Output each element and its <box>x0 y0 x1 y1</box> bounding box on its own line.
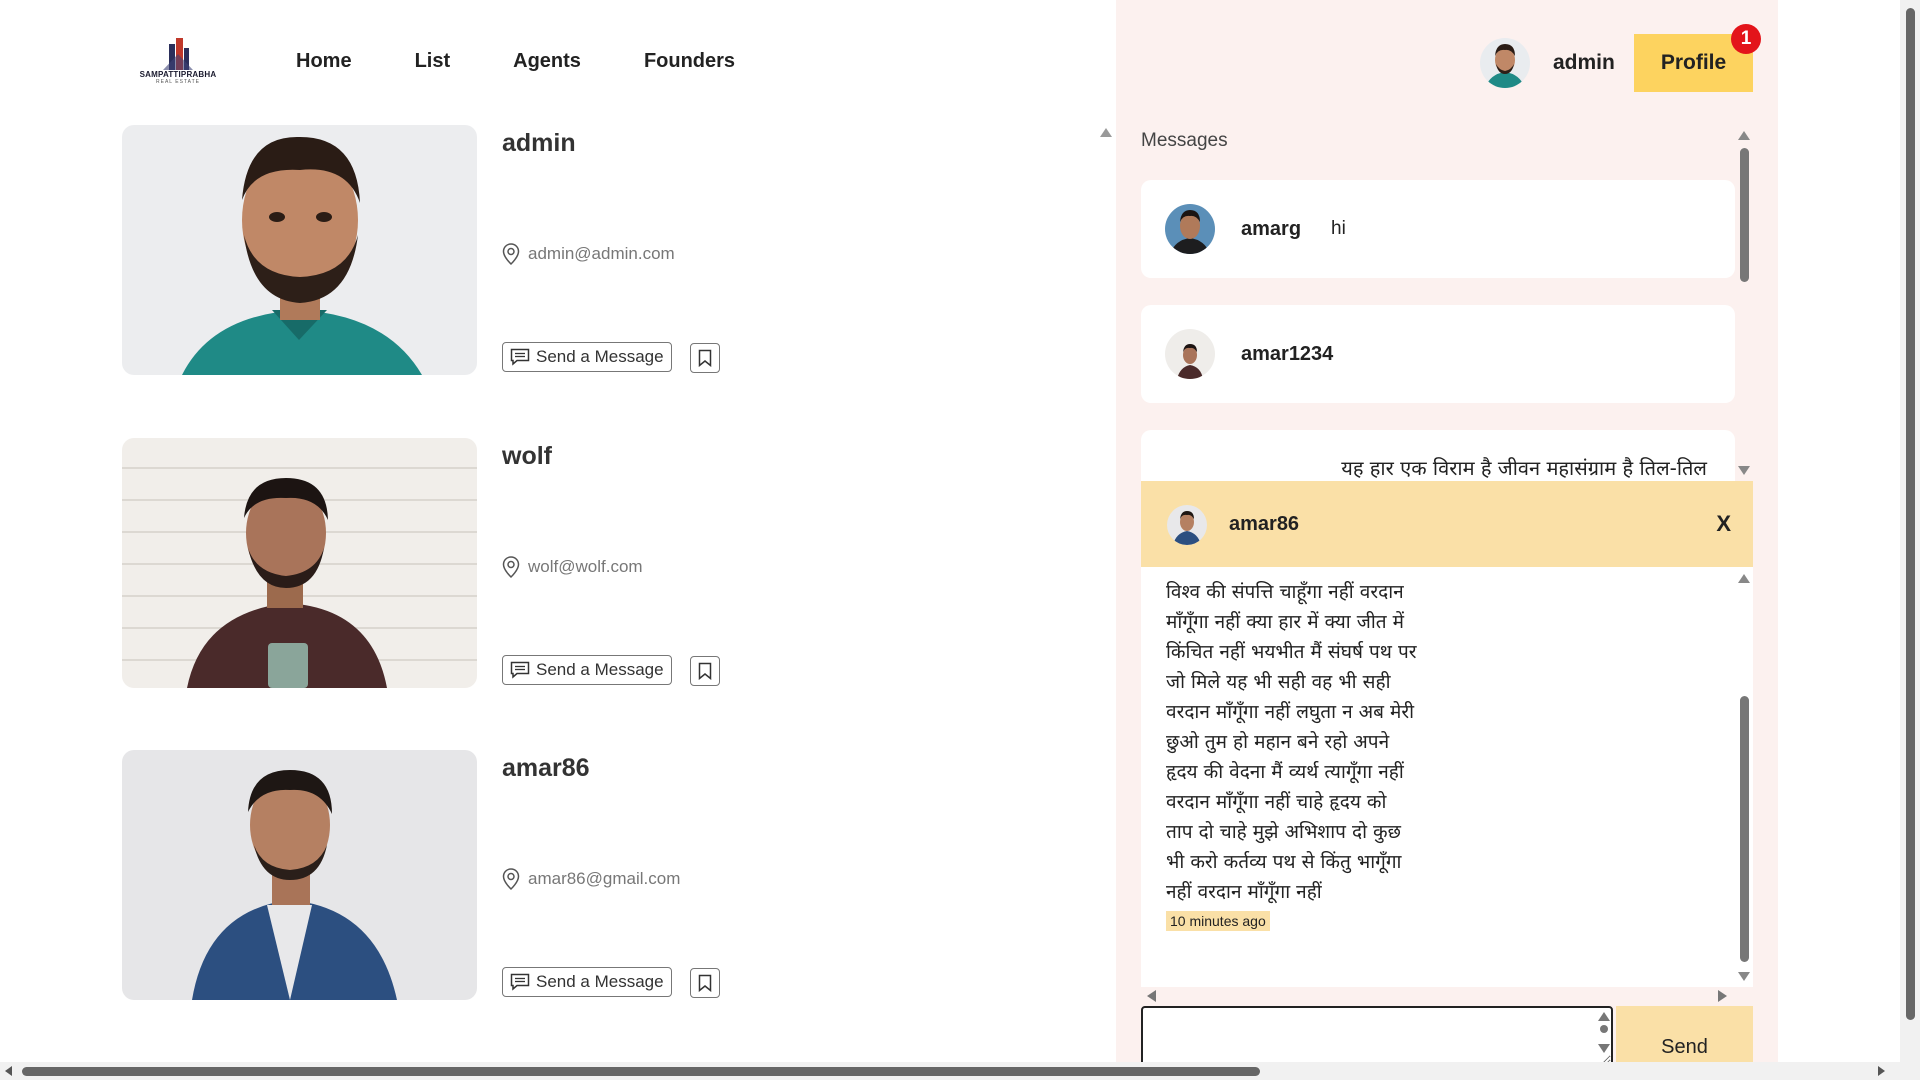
bookmark-icon <box>698 974 712 992</box>
main-nav: Home List Agents Founders <box>296 50 798 73</box>
chat-line: छुओ तुम हो महान बने रहो अपने <box>1166 731 1390 753</box>
send-message-label: Send a Message <box>536 660 664 679</box>
chat-line: माँगूँगा नहीं क्या हार में क्या जीत में <box>1166 611 1404 633</box>
page-vertical-scrollbar[interactable] <box>1900 0 1920 1062</box>
scroll-up-arrow-icon[interactable] <box>1598 1012 1610 1021</box>
conversation-last-message: hi <box>1331 218 1346 239</box>
scroll-down-arrow-icon[interactable] <box>1598 1044 1610 1053</box>
brand-subtitle: REAL ESTATE <box>156 79 200 85</box>
send-message-label: Send a Message <box>536 972 664 991</box>
chat-messages: विश्व की संपत्ति चाहूँगा नहीं वरदान माँग… <box>1141 567 1753 987</box>
location-pin-icon <box>502 868 520 890</box>
agent-card: admin admin@admin.com Send a Message <box>122 125 1022 375</box>
vertical-scroll-thumb[interactable] <box>1906 8 1915 1020</box>
scroll-down-arrow-icon[interactable] <box>1738 972 1750 981</box>
chat-scrollbar[interactable] <box>1740 696 1749 962</box>
conversation-item[interactable]: amar1234 <box>1141 305 1735 403</box>
agent-email-text: admin@admin.com <box>528 244 675 263</box>
agent-photo <box>122 750 477 1000</box>
conversation-list-scrollbar[interactable] <box>1740 148 1749 282</box>
agent-card: wolf wolf@wolf.com Send a Message <box>122 438 1022 688</box>
conversation-last-message: यह हार एक विराम है जीवन महासंग्राम है ति… <box>1341 456 1707 480</box>
conversation-item[interactable]: यह हार एक विराम है जीवन महासंग्राम है ति… <box>1141 430 1735 482</box>
bookmark-icon <box>698 349 712 367</box>
input-scroll-handle[interactable] <box>1600 1025 1608 1033</box>
agent-email-text: amar86@gmail.com <box>528 869 681 888</box>
location-pin-icon <box>502 556 520 578</box>
chat-contact-name: amar86 <box>1229 513 1300 535</box>
bookmark-button[interactable] <box>690 656 720 686</box>
agent-photo <box>122 125 477 375</box>
agent-photo <box>122 438 477 688</box>
page-horizontal-scrollbar[interactable] <box>0 1062 1920 1080</box>
current-user-name[interactable]: admin <box>1553 51 1615 75</box>
avatar <box>1165 204 1215 254</box>
message-icon <box>510 348 530 366</box>
chat-message-input[interactable] <box>1141 1006 1613 1066</box>
nav-list[interactable]: List <box>415 50 451 73</box>
avatar <box>1165 329 1215 379</box>
messages-heading: Messages <box>1141 130 1228 151</box>
chat-message-text: विश्व की संपत्ति चाहूँगा नहीं वरदान माँग… <box>1166 567 1417 907</box>
bookmark-button[interactable] <box>690 968 720 998</box>
chat-line: विश्व की संपत्ति चाहूँगा नहीं वरदान <box>1166 581 1404 603</box>
message-icon <box>510 973 530 991</box>
bookmark-icon <box>698 662 712 680</box>
avatar <box>1167 505 1207 545</box>
message-icon <box>510 661 530 679</box>
agent-email-text: wolf@wolf.com <box>528 557 643 576</box>
send-message-button[interactable]: Send a Message <box>502 342 672 372</box>
scroll-left-arrow-icon[interactable] <box>5 1066 12 1076</box>
notification-badge[interactable]: 1 <box>1731 24 1761 54</box>
scroll-up-arrow-icon[interactable] <box>1100 128 1112 137</box>
agent-name: amar86 <box>502 754 590 782</box>
scroll-down-arrow-icon[interactable] <box>1738 466 1750 475</box>
conversation-name: amar1234 <box>1241 342 1334 365</box>
conversation-name: amarg <box>1241 217 1302 240</box>
send-message-button[interactable]: Send a Message <box>502 967 672 997</box>
brand-logo[interactable]: SAMPATTIPRABHA REAL ESTATE <box>138 36 218 90</box>
scroll-left-arrow-icon[interactable] <box>1147 990 1156 1002</box>
brand-name: SAMPATTIPRABHA <box>139 70 217 79</box>
agent-email: wolf@wolf.com <box>502 556 643 578</box>
chat-header: amar86 X <box>1141 481 1753 567</box>
chat-line: वरदान माँगूँगा नहीं चाहे हृदय को <box>1166 791 1387 813</box>
location-pin-icon <box>502 243 520 265</box>
nav-home[interactable]: Home <box>296 50 352 73</box>
agent-email: amar86@gmail.com <box>502 868 680 890</box>
close-chat-button[interactable]: X <box>1716 511 1731 537</box>
send-message-button[interactable]: Send a Message <box>502 655 672 685</box>
agent-name: wolf <box>502 442 552 470</box>
building-logo-icon <box>163 38 193 70</box>
message-timestamp: 10 minutes ago <box>1166 911 1270 931</box>
agent-card: amar86 amar86@gmail.com Send a Message <box>122 750 1022 1000</box>
scroll-up-arrow-icon[interactable] <box>1738 574 1750 583</box>
nav-founders[interactable]: Founders <box>644 50 735 73</box>
chat-line: नहीं वरदान माँगूँगा नहीं <box>1166 881 1322 903</box>
send-button[interactable]: Send <box>1616 1006 1753 1066</box>
bookmark-button[interactable] <box>690 343 720 373</box>
horizontal-scroll-thumb[interactable] <box>22 1067 1260 1076</box>
conversation-item[interactable]: amarg hi <box>1141 180 1735 278</box>
agent-name: admin <box>502 129 576 157</box>
chat-line: ताप दो चाहे मुझे अभिशाप दो कुछ <box>1166 821 1401 843</box>
send-message-label: Send a Message <box>536 347 664 366</box>
agent-email: admin@admin.com <box>502 243 675 265</box>
chat-line: हृदय की वेदना मैं व्यर्थ त्यागूँगा नहीं <box>1166 761 1404 783</box>
chat-line: जो मिले यह भी सही वह भी सही <box>1166 671 1391 693</box>
scroll-right-arrow-icon[interactable] <box>1878 1066 1885 1076</box>
chat-line: किंचित नहीं भयभीत मैं संघर्ष पथ पर <box>1166 641 1417 663</box>
nav-agents[interactable]: Agents <box>513 50 581 73</box>
avatar[interactable] <box>1480 38 1530 88</box>
scroll-up-arrow-icon[interactable] <box>1738 131 1750 140</box>
chat-line: भी करो कर्तव्य पथ से किंतु भागूँगा <box>1166 851 1402 873</box>
chat-line-cut <box>1166 567 1417 577</box>
chat-line: वरदान माँगूँगा नहीं लघुता न अब मेरी <box>1166 701 1415 723</box>
scroll-right-arrow-icon[interactable] <box>1718 990 1727 1002</box>
